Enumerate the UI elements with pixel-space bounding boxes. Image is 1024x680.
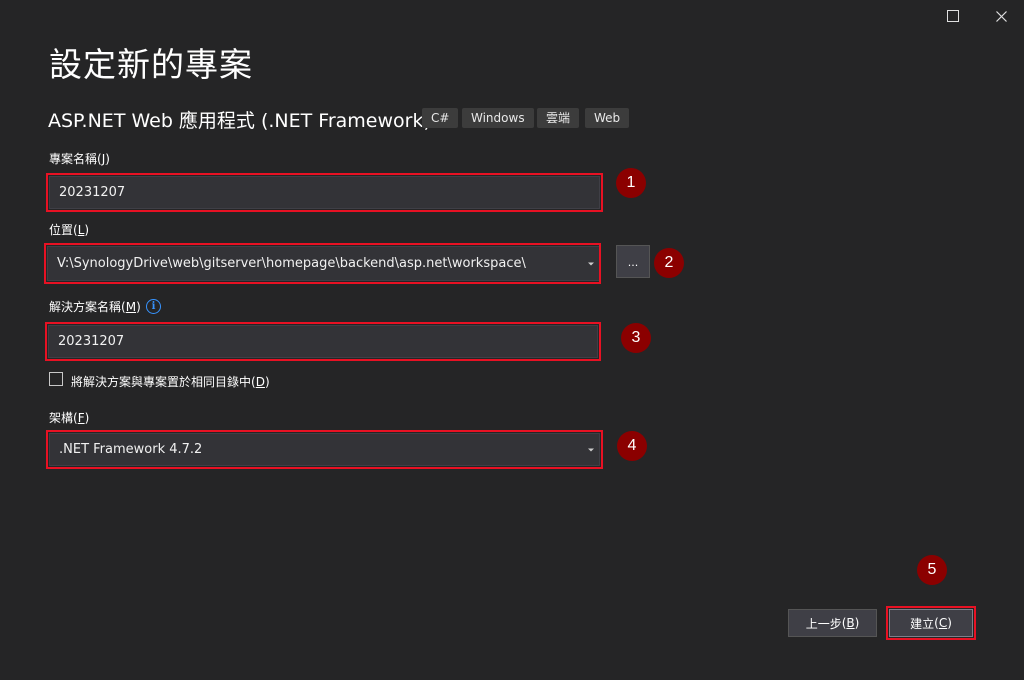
- back-button[interactable]: 上一步(B): [788, 609, 877, 637]
- tag-csharp: C#: [422, 108, 459, 128]
- template-name: ASP.NET Web 應用程式 (.NET Framework): [48, 110, 431, 132]
- chevron-down-icon: [588, 448, 594, 451]
- close-icon: [995, 10, 1007, 22]
- same-directory-checkbox[interactable]: [49, 372, 63, 386]
- solution-name-input[interactable]: 20231207: [48, 325, 598, 358]
- framework-label: 架構(F): [49, 411, 90, 425]
- browse-button[interactable]: ...: [616, 245, 650, 278]
- maximize-button[interactable]: [930, 0, 976, 32]
- chevron-down-icon: [588, 262, 594, 265]
- location-combobox[interactable]: V:\SynologyDrive\web\gitserver\homepage\…: [47, 246, 600, 281]
- annotation-marker-4: 4: [617, 431, 647, 461]
- tag-cloud: 雲端: [537, 108, 580, 128]
- framework-value: .NET Framework 4.7.2: [59, 442, 203, 457]
- location-label: 位置(L): [49, 223, 90, 237]
- annotation-marker-2: 2: [654, 248, 684, 278]
- framework-combobox[interactable]: .NET Framework 4.7.2: [49, 433, 600, 466]
- maximize-icon: [947, 10, 959, 22]
- solution-name-label: 解決方案名稱(M): [49, 300, 141, 314]
- tag-web: Web: [585, 108, 630, 128]
- annotation-marker-1: 1: [616, 168, 646, 198]
- project-name-label: 專案名稱(J): [49, 152, 110, 166]
- annotation-marker-3: 3: [621, 323, 651, 353]
- location-value: V:\SynologyDrive\web\gitserver\homepage\…: [57, 256, 526, 271]
- same-directory-label[interactable]: 將解決方案與專案置於相同目錄中(D): [71, 373, 270, 390]
- close-button[interactable]: [978, 0, 1024, 32]
- info-icon[interactable]: i: [146, 299, 161, 314]
- page-title: 設定新的專案: [49, 45, 253, 84]
- annotation-marker-5: 5: [917, 555, 947, 585]
- tag-windows: Windows: [462, 108, 534, 128]
- create-button[interactable]: 建立(C): [889, 609, 973, 637]
- project-name-input[interactable]: 20231207: [49, 176, 600, 209]
